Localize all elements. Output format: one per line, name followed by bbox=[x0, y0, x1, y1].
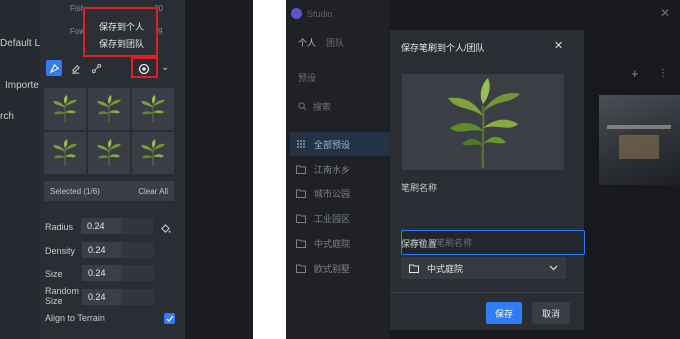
checkmark-icon bbox=[166, 315, 174, 322]
nav-item-label: 全部预设 bbox=[314, 139, 351, 150]
eraser-icon bbox=[71, 64, 80, 74]
studio-logo-icon bbox=[291, 8, 302, 19]
save-location-select[interactable]: 中式庭院 bbox=[401, 257, 566, 279]
brush-thumbnail[interactable] bbox=[44, 132, 86, 174]
nav-item-label: 城市公园 bbox=[314, 188, 351, 199]
brush-thumbnail-grid bbox=[44, 88, 174, 176]
nav-item-label: 中式庭院 bbox=[314, 238, 351, 249]
clear-all-button[interactable]: Clear All bbox=[138, 187, 168, 196]
studio-screenshot: Studio 个人 团队 预设 搜索 全部预设 江南水乡 城市公园 工业园区 中… bbox=[286, 0, 680, 339]
house-window bbox=[619, 135, 659, 159]
left-sidebar: Default La Importe rch bbox=[0, 0, 46, 339]
search-placeholder: 搜索 bbox=[313, 102, 332, 112]
preset-sidebar: Studio 个人 团队 预设 搜索 全部预设 江南水乡 城市公园 工业园区 中… bbox=[286, 0, 390, 339]
selection-count: Selected (1/6) bbox=[50, 186, 100, 196]
chevron-down-icon bbox=[549, 265, 558, 271]
plant-thumbnail-icon bbox=[53, 95, 77, 122]
folder-icon bbox=[409, 264, 419, 273]
path-tool-icon bbox=[91, 63, 101, 73]
window-close-icon[interactable]: ✕ bbox=[660, 6, 670, 20]
nav-item-label: 江南水乡 bbox=[314, 164, 351, 175]
tab-personal[interactable]: 个人 bbox=[298, 36, 316, 49]
viewport-strip bbox=[185, 0, 253, 339]
tab-team[interactable]: 团队 bbox=[326, 36, 344, 49]
align-terrain-checkbox[interactable] bbox=[164, 313, 175, 324]
cancel-button[interactable]: 取消 bbox=[532, 302, 570, 324]
path-tool-button[interactable] bbox=[88, 60, 104, 76]
dialog-divider bbox=[390, 292, 584, 293]
save-location-label: 保存位置 bbox=[401, 239, 438, 249]
folder-icon bbox=[296, 239, 306, 248]
save-location-value: 中式庭院 bbox=[427, 263, 464, 274]
density-slider[interactable] bbox=[122, 242, 154, 258]
brush-name-label: 笔刷名称 bbox=[401, 183, 438, 193]
radius-label: Radius bbox=[45, 222, 74, 232]
brush-thumbnail[interactable] bbox=[132, 88, 174, 130]
eraser-button[interactable] bbox=[67, 60, 83, 76]
paint-brush-icon bbox=[49, 63, 59, 73]
nav-item-city-park[interactable]: 城市公园 bbox=[290, 181, 390, 205]
folder-icon bbox=[296, 214, 306, 223]
radius-input[interactable]: 0.24 bbox=[81, 218, 121, 234]
brush-thumbnail[interactable] bbox=[88, 88, 130, 130]
fill-bucket-icon[interactable] bbox=[160, 221, 171, 239]
size-slider[interactable] bbox=[122, 265, 154, 281]
save-popup-menu: 保存到个人 保存到团队 bbox=[83, 7, 158, 57]
brush-preview-image bbox=[402, 74, 564, 170]
selection-bar: Selected (1/6) Clear All bbox=[44, 181, 174, 201]
chevron-down-icon[interactable]: ⌄ bbox=[161, 62, 169, 73]
dialog-close-icon[interactable]: ✕ bbox=[554, 39, 563, 52]
plant-thumbnail-icon bbox=[141, 139, 165, 166]
search-box[interactable]: 搜索 bbox=[298, 100, 331, 113]
nav-item-european-villa[interactable]: 欧式别墅 bbox=[290, 256, 390, 280]
nav-item-chinese-courtyard[interactable]: 中式庭院 bbox=[290, 231, 390, 255]
sidebar-item-imported[interactable]: Importe bbox=[5, 80, 39, 91]
save-to-team-item[interactable]: 保存到团队 bbox=[99, 37, 144, 50]
search-icon bbox=[298, 102, 307, 111]
top-value-2: 9 bbox=[158, 27, 163, 36]
random-size-label: Random Size bbox=[45, 286, 80, 306]
dialog-title: 保存笔刷到个人/团队 bbox=[401, 43, 485, 53]
nav-item-label: 欧式别墅 bbox=[314, 263, 351, 274]
nav-item-jiangnan[interactable]: 江南水乡 bbox=[290, 157, 390, 181]
grid-icon bbox=[297, 140, 305, 148]
app-title: Studio bbox=[307, 9, 333, 19]
save-button[interactable]: 保存 bbox=[486, 302, 522, 324]
more-icon[interactable]: ⋮ bbox=[658, 68, 668, 79]
folder-icon bbox=[296, 189, 306, 198]
sidebar-item-search[interactable]: rch bbox=[0, 111, 14, 122]
highlight-box bbox=[131, 57, 158, 78]
size-label: Size bbox=[45, 269, 63, 279]
brush-thumbnail[interactable] bbox=[44, 88, 86, 130]
density-input[interactable]: 0.24 bbox=[82, 242, 122, 258]
save-to-personal-item[interactable]: 保存到个人 bbox=[99, 20, 144, 33]
size-input[interactable]: 0.24 bbox=[82, 265, 122, 281]
plant-preview-icon bbox=[448, 78, 520, 168]
nav-item-label: 工业园区 bbox=[314, 213, 351, 224]
brush-settings-screenshot: Default La Importe rch Fish 20 Fow 9 ⌄ R… bbox=[0, 0, 253, 339]
radius-slider[interactable] bbox=[121, 218, 153, 234]
paint-brush-button[interactable] bbox=[46, 60, 62, 76]
nav-item-all-presets[interactable]: 全部预设 bbox=[290, 132, 390, 156]
random-size-input[interactable]: 0.24 bbox=[82, 289, 122, 305]
folder-icon bbox=[296, 264, 306, 273]
plant-thumbnail-icon bbox=[97, 139, 121, 166]
brush-thumbnail[interactable] bbox=[88, 132, 130, 174]
plant-thumbnail-icon bbox=[53, 139, 77, 166]
brush-thumbnail[interactable] bbox=[132, 132, 174, 174]
add-icon[interactable]: + bbox=[631, 66, 639, 81]
house-roof bbox=[607, 125, 671, 129]
plant-thumbnail-icon bbox=[97, 95, 121, 122]
align-terrain-label: Align to Terrain bbox=[45, 313, 105, 323]
nav-item-industrial[interactable]: 工业园区 bbox=[290, 206, 390, 230]
preset-thumbnail[interactable] bbox=[599, 95, 680, 185]
preset-section-label: 预设 bbox=[298, 73, 317, 83]
density-label: Density bbox=[45, 246, 76, 256]
random-size-slider[interactable] bbox=[122, 289, 154, 305]
plant-thumbnail-icon bbox=[141, 95, 165, 122]
save-brush-dialog: 保存笔刷到个人/团队 ✕ 笔刷名称 保存位置 中式庭院 保存 取 bbox=[390, 30, 585, 330]
sidebar-item-default[interactable]: Default La bbox=[0, 38, 46, 49]
folder-icon bbox=[296, 165, 306, 174]
